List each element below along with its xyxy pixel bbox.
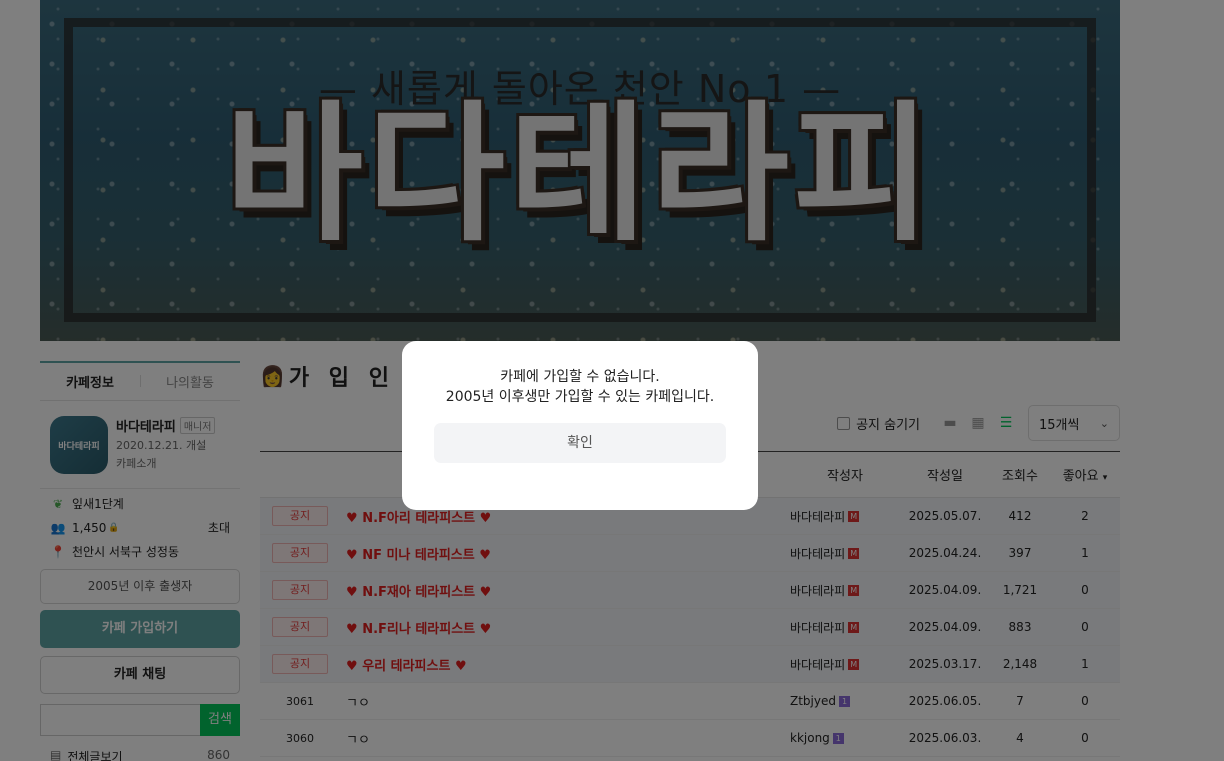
join-error-dialog: 카페에 가입할 수 없습니다. 2005년 이후생만 가입할 수 있는 카페입니… [402,341,758,510]
confirm-button[interactable]: 확인 [434,423,726,463]
dialog-message-line2: 2005년 이후생만 가입할 수 있는 카페입니다. [445,389,715,405]
dialog-message: 카페에 가입할 수 없습니다. 2005년 이후생만 가입할 수 있는 카페입니… [434,367,726,407]
dialog-message-line1: 카페에 가입할 수 없습니다. [500,369,660,385]
